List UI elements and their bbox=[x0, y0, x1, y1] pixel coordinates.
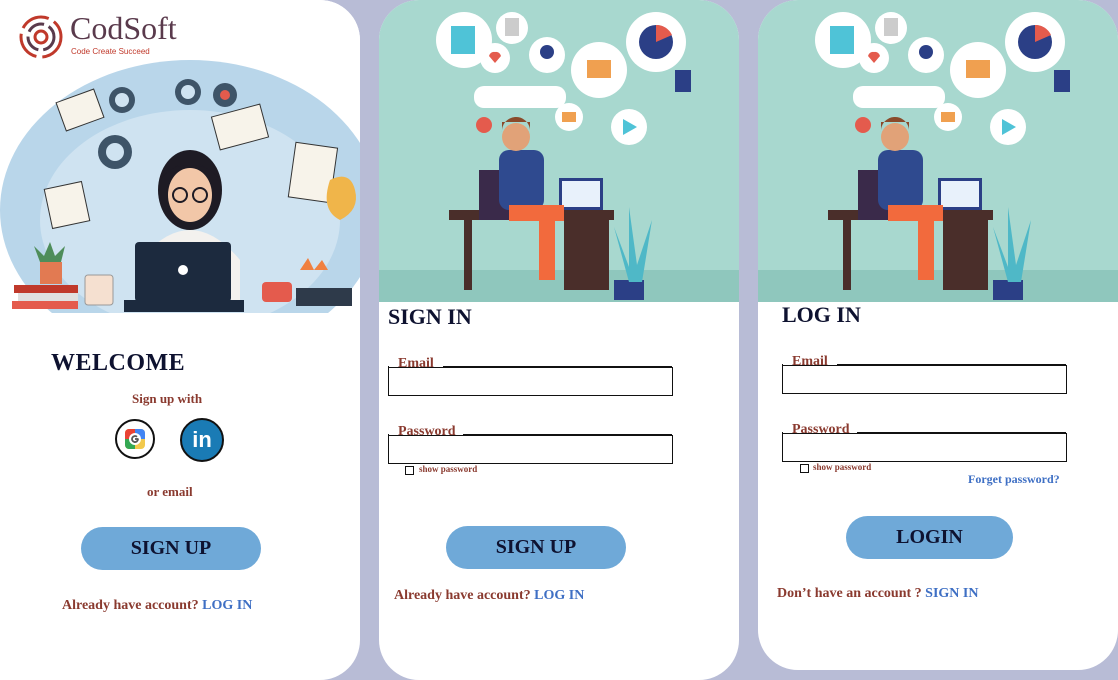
signin-prompt: Don’t have an account ? SIGN IN bbox=[777, 586, 978, 602]
codsoft-logo-icon bbox=[19, 15, 63, 59]
login-prompt: Already have account? LOG IN bbox=[62, 598, 252, 614]
login-card: LOG IN Email Password show password Forg… bbox=[758, 0, 1118, 670]
login-title: LOG IN bbox=[782, 302, 861, 327]
or-email-label: or email bbox=[147, 484, 193, 499]
password-field[interactable] bbox=[782, 433, 1067, 462]
email-input[interactable] bbox=[783, 366, 1066, 393]
login-link[interactable]: LOG IN bbox=[534, 588, 584, 603]
signin-link[interactable]: SIGN IN bbox=[925, 586, 978, 601]
email-field[interactable] bbox=[388, 367, 673, 396]
linkedin-icon: in bbox=[192, 427, 212, 452]
signin-card: SIGN IN Email Password show password SIG… bbox=[379, 0, 739, 680]
show-password-label: show password bbox=[419, 464, 478, 474]
login-link[interactable]: LOG IN bbox=[202, 598, 252, 613]
login-prompt: Already have account? LOG IN bbox=[394, 588, 584, 604]
signin-title: SIGN IN bbox=[388, 304, 472, 329]
show-password-label: show password bbox=[813, 462, 872, 472]
email-field[interactable] bbox=[782, 365, 1067, 394]
email-input[interactable] bbox=[389, 368, 672, 395]
welcome-card: CodSoft Code Create Succeed WELCOME Sign… bbox=[0, 0, 360, 680]
login-prompt-text: Already have account? bbox=[62, 598, 199, 613]
show-password-checkbox[interactable] bbox=[800, 464, 809, 473]
forgot-password-link[interactable]: Forget password? bbox=[968, 472, 1060, 487]
logo-tagline: Code Create Succeed bbox=[71, 47, 150, 56]
password-field[interactable] bbox=[388, 435, 673, 464]
signup-with-label: Sign up with bbox=[132, 391, 203, 406]
hero-illustration-desk bbox=[379, 0, 739, 302]
signin-submit-button[interactable]: SIGN UP bbox=[446, 526, 626, 569]
password-input[interactable] bbox=[389, 436, 672, 463]
hero-illustration-desk bbox=[758, 0, 1118, 302]
password-input[interactable] bbox=[783, 434, 1066, 461]
login-button[interactable]: LOGIN bbox=[846, 516, 1013, 559]
login-prompt-text: Already have account? bbox=[394, 588, 531, 603]
show-password-checkbox[interactable] bbox=[405, 466, 414, 475]
welcome-heading: WELCOME bbox=[51, 350, 186, 376]
google-icon bbox=[125, 429, 145, 449]
signin-prompt-text: Don’t have an account ? bbox=[777, 586, 922, 601]
sign-up-button[interactable]: SIGN UP bbox=[81, 527, 261, 570]
linkedin-signup-button[interactable]: in bbox=[180, 418, 224, 462]
logo-text: CodSoft bbox=[70, 10, 177, 46]
google-signup-button[interactable] bbox=[115, 419, 155, 459]
